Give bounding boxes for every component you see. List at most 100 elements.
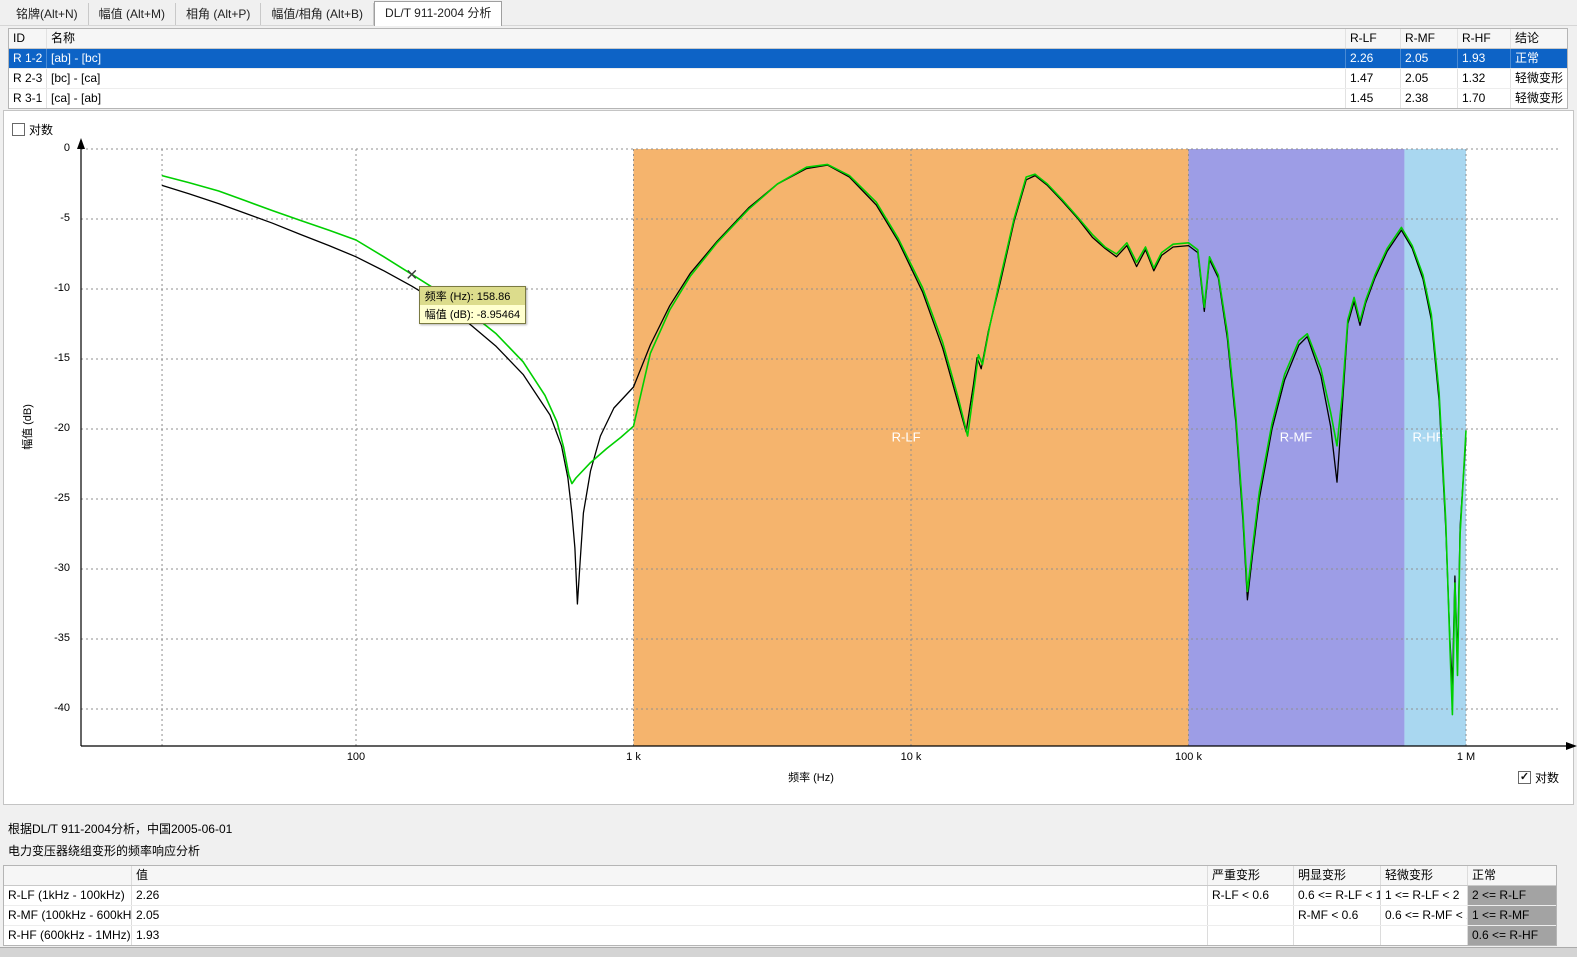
criteria-slight: 1 <= R-LF < 2 — [1381, 886, 1468, 905]
checkbox-icon — [12, 123, 25, 136]
cell-rhf: 1.93 — [1458, 49, 1511, 68]
x-tick-label: 1 k — [594, 751, 674, 763]
criteria-table: 值 严重变形 明显变形 轻微变形 正常 R-LF (1kHz - 100kHz)… — [3, 865, 1557, 946]
tab-nameplate[interactable]: 铭牌(Alt+N) — [6, 3, 89, 25]
tab-phase[interactable]: 相角 (Alt+P) — [176, 3, 261, 25]
criteria-label: R-LF (1kHz - 100kHz) — [4, 886, 132, 905]
band-r-mf — [1189, 149, 1405, 746]
tab-dlt911-analysis[interactable]: DL/T 911-2004 分析 — [374, 1, 502, 26]
tooltip-frequency: 频率 (Hz): 158.86 — [420, 287, 525, 305]
criteria-severe: R-LF < 0.6 — [1208, 886, 1294, 905]
criteria-value: 2.26 — [132, 886, 1208, 905]
log-checkbox-top[interactable]: 对数 — [12, 121, 53, 138]
criteria-slight — [1381, 926, 1468, 945]
column-header-name[interactable]: 名称 — [47, 29, 1346, 48]
table-row[interactable]: R 3-1 [ca] - [ab] 1.45 2.38 1.70 轻微变形 — [9, 89, 1567, 108]
cell-rhf: 1.70 — [1458, 89, 1511, 108]
cursor-tooltip: 频率 (Hz): 158.86 幅值 (dB): -8.95464 — [419, 286, 526, 324]
cell-name: [bc] - [ca] — [47, 69, 1346, 88]
criteria-severe — [1208, 926, 1294, 945]
criteria-obvious — [1294, 926, 1381, 945]
x-axis-arrow-icon — [1566, 742, 1577, 750]
analysis-title-line: 电力变压器绕组变形的频率响应分析 — [8, 842, 200, 859]
results-table-header: ID 名称 R-LF R-MF R-HF 结论 — [9, 29, 1567, 49]
y-tick-label: -5 — [36, 212, 70, 224]
criteria-normal-highlighted: 2 <= R-LF — [1468, 886, 1556, 905]
criteria-row-rhf: R-HF (600kHz - 1MHz) 1.93 0.6 <= R-HF — [4, 926, 1556, 945]
band-r-lf — [634, 149, 1189, 746]
tab-magnitude-phase[interactable]: 幅值/相角 (Alt+B) — [261, 3, 374, 25]
y-tick-label: -10 — [36, 282, 70, 294]
cell-rmf: 2.05 — [1401, 69, 1458, 88]
analysis-standard-line: 根据DL/T 911-2004分析，中国2005-06-01 — [8, 820, 232, 837]
criteria-label: R-HF (600kHz - 1MHz) — [4, 926, 132, 945]
table-row[interactable]: R 1-2 [ab] - [bc] 2.26 2.05 1.93 正常 — [9, 49, 1567, 69]
x-tick-label: 100 — [316, 751, 396, 763]
criteria-slight: 0.6 <= R-MF < 1 — [1381, 906, 1468, 925]
x-tick-label: 10 k — [871, 751, 951, 763]
cell-rmf: 2.05 — [1401, 49, 1458, 68]
criteria-header-severe: 严重变形 — [1208, 866, 1294, 885]
log-checkbox-label: 对数 — [1535, 769, 1559, 786]
column-header-rmf[interactable]: R-MF — [1401, 29, 1458, 48]
cell-rlf: 1.45 — [1346, 89, 1401, 108]
cell-conclusion: 轻微变形 — [1511, 89, 1567, 108]
cell-name: [ca] - [ab] — [47, 89, 1346, 108]
y-tick-label: 0 — [36, 142, 70, 154]
criteria-severe — [1208, 906, 1294, 925]
cell-rlf: 2.26 — [1346, 49, 1401, 68]
cell-conclusion: 正常 — [1511, 49, 1567, 68]
results-table: ID 名称 R-LF R-MF R-HF 结论 R 1-2 [ab] - [bc… — [8, 28, 1568, 109]
cell-id: R 1-2 — [9, 49, 47, 68]
cell-id: R 2-3 — [9, 69, 47, 88]
cell-conclusion: 轻微变形 — [1511, 69, 1567, 88]
fra-chart[interactable]: R-LF R-MF R-HF — [71, 136, 1577, 764]
band-label-r-hf: R-HF — [1413, 430, 1444, 445]
tab-bar: 铭牌(Alt+N) 幅值 (Alt+M) 相角 (Alt+P) 幅值/相角 (A… — [0, 0, 1577, 26]
y-tick-label: -25 — [36, 492, 70, 504]
fra-analysis-window: 铭牌(Alt+N) 幅值 (Alt+M) 相角 (Alt+P) 幅值/相角 (A… — [0, 0, 1577, 957]
criteria-table-header: 值 严重变形 明显变形 轻微变形 正常 — [4, 866, 1556, 886]
criteria-header-obvious: 明显变形 — [1294, 866, 1381, 885]
y-tick-label: -15 — [36, 352, 70, 364]
x-tick-label: 100 k — [1149, 751, 1229, 763]
criteria-row-rlf: R-LF (1kHz - 100kHz) 2.26 R-LF < 0.6 0.6… — [4, 886, 1556, 906]
horizontal-scrollbar[interactable] — [0, 947, 1577, 957]
cell-id: R 3-1 — [9, 89, 47, 108]
column-header-rhf[interactable]: R-HF — [1458, 29, 1511, 48]
tooltip-amplitude: 幅值 (dB): -8.95464 — [420, 305, 525, 323]
y-axis-title: 幅值 (dB) — [19, 382, 35, 472]
criteria-header-blank — [4, 866, 132, 885]
x-axis-title: 频率 (Hz) — [71, 769, 1551, 785]
criteria-normal-highlighted: 0.6 <= R-HF — [1468, 926, 1556, 945]
criteria-obvious: R-MF < 0.6 — [1294, 906, 1381, 925]
checkbox-checked-icon — [1518, 771, 1531, 784]
column-header-rlf[interactable]: R-LF — [1346, 29, 1401, 48]
criteria-label: R-MF (100kHz - 600kHz) — [4, 906, 132, 925]
band-label-r-mf: R-MF — [1280, 430, 1313, 445]
criteria-header-value: 值 — [132, 866, 1208, 885]
cell-name: [ab] - [bc] — [47, 49, 1346, 68]
criteria-row-rmf: R-MF (100kHz - 600kHz) 2.05 R-MF < 0.6 0… — [4, 906, 1556, 926]
criteria-obvious: 0.6 <= R-LF < 1 — [1294, 886, 1381, 905]
log-checkbox-bottom[interactable]: 对数 — [1518, 769, 1559, 786]
log-checkbox-label: 对数 — [29, 121, 53, 138]
cell-rmf: 2.38 — [1401, 89, 1458, 108]
cell-rhf: 1.32 — [1458, 69, 1511, 88]
criteria-value: 2.05 — [132, 906, 1208, 925]
table-row[interactable]: R 2-3 [bc] - [ca] 1.47 2.05 1.32 轻微变形 — [9, 69, 1567, 89]
y-tick-label: -40 — [36, 702, 70, 714]
band-label-r-lf: R-LF — [892, 430, 921, 445]
y-tick-label: -20 — [36, 422, 70, 434]
criteria-header-slight: 轻微变形 — [1381, 866, 1468, 885]
criteria-header-normal: 正常 — [1468, 866, 1556, 885]
column-header-id[interactable]: ID — [9, 29, 47, 48]
x-tick-label: 1 M — [1426, 751, 1506, 763]
chart-panel: 对数 幅值 (dB) R-LF R-MF R-HF 频率 (Hz) 对数 频率 (H… — [3, 110, 1574, 805]
tab-magnitude[interactable]: 幅值 (Alt+M) — [89, 3, 176, 25]
y-tick-label: -35 — [36, 632, 70, 644]
y-tick-label: -30 — [36, 562, 70, 574]
column-header-conclusion[interactable]: 结论 — [1511, 29, 1567, 48]
y-axis-arrow-icon — [77, 138, 85, 149]
criteria-normal-highlighted: 1 <= R-MF — [1468, 906, 1556, 925]
